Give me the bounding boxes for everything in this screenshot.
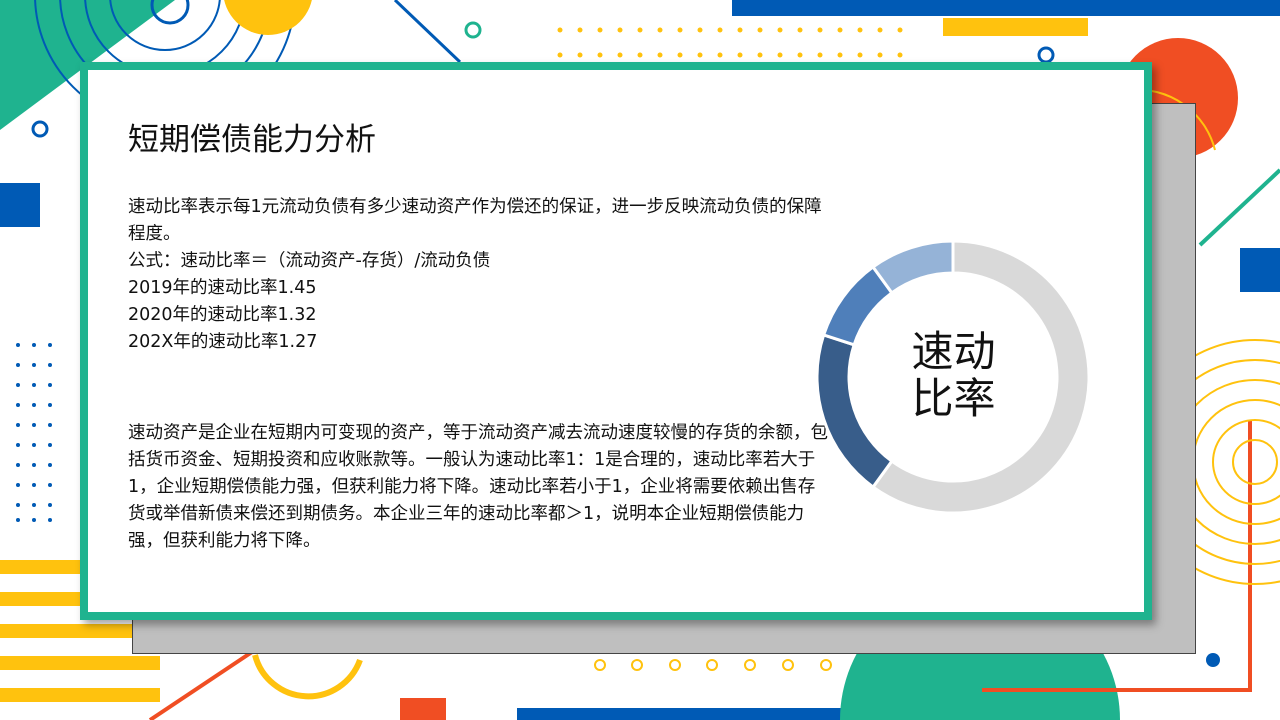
yellow-arc-shape bbox=[252, 654, 363, 700]
formula-line: 公式：速动比率＝（流动资产-存货）/流动负债 bbox=[128, 251, 491, 271]
blue-square-shape bbox=[1240, 248, 1280, 292]
donut-center-label: 速动 比率 bbox=[886, 328, 1021, 422]
yellow-bar-shape bbox=[943, 18, 1088, 36]
content-card: 短期偿债能力分析 速动比率表示每1元流动负债有多少速动资产作为偿还的保证，进一步… bbox=[80, 62, 1152, 620]
blue-ring-left-shape bbox=[31, 120, 49, 138]
ratio-2020-line: 2020年的速动比率1.32 bbox=[128, 305, 317, 325]
quick-ratio-definition: 速动比率表示每1元流动负债有多少速动资产作为偿还的保证，进一步反映流动负债的保障… bbox=[128, 194, 828, 356]
blue-ring-shape bbox=[1037, 46, 1055, 64]
donut-label-line-2: 比率 bbox=[911, 374, 996, 423]
ratio-202x-line: 202X年的速动比率1.27 bbox=[128, 332, 318, 352]
green-ring-shape bbox=[464, 21, 482, 39]
ratio-2019-line: 2019年的速动比率1.45 bbox=[128, 278, 317, 298]
blue-bar-shape bbox=[732, 0, 1280, 16]
definition-line: 速动比率表示每1元流动负债有多少速动资产作为偿还的保证，进一步反映流动负债的保障… bbox=[128, 197, 822, 244]
blue-line-shape bbox=[393, 0, 462, 64]
yellow-dot-grid bbox=[557, 27, 903, 58]
donut-segment-4 bbox=[870, 239, 955, 295]
orange-square-shape bbox=[400, 698, 446, 720]
blue-dot-grid bbox=[16, 343, 52, 522]
analysis-paragraph: 速动资产是企业在短期内可变现的资产，等于流动资产减去流动速度较慢的存货的余额，包… bbox=[128, 423, 828, 551]
donut-label-line-1: 速动 bbox=[911, 327, 996, 376]
blue-square-left-shape bbox=[0, 183, 40, 227]
blue-dot-shape bbox=[1206, 653, 1220, 667]
slide-title: 短期偿债能力分析 bbox=[128, 122, 376, 158]
donut-segment-2 bbox=[815, 333, 894, 490]
yellow-ring-row bbox=[594, 659, 870, 671]
green-line-shape bbox=[1198, 168, 1280, 247]
